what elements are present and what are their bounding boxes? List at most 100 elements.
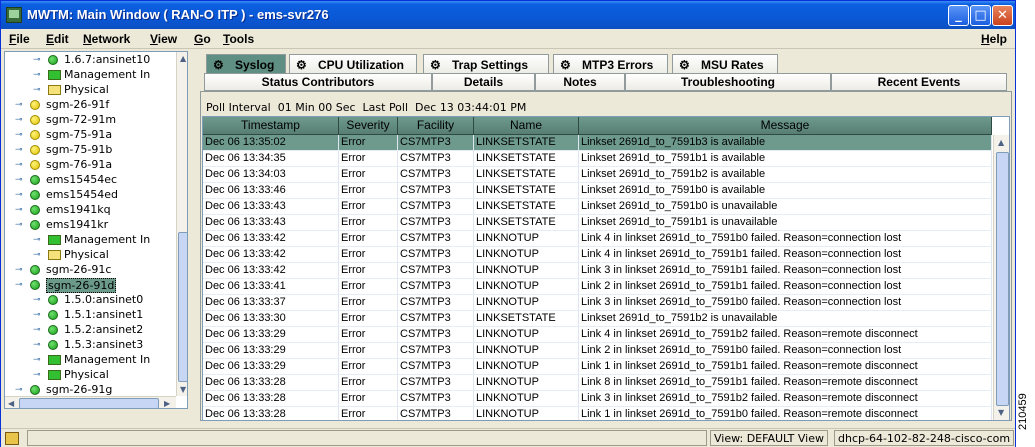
table-row[interactable]: Dec 06 13:33:41 Error CS7MTP3 LINKNOTUP Link… (203, 279, 992, 295)
scroll-up-icon[interactable]: ▲ (180, 54, 186, 63)
scroll-up-icon[interactable]: ▲ (998, 138, 1004, 147)
tree-expander-icon[interactable]: ⊸ (15, 161, 25, 170)
tree-expander-icon[interactable]: ⊸ (33, 371, 43, 380)
table-row[interactable]: Dec 06 13:33:42 Error CS7MTP3 LINKNOTUP Link… (203, 231, 992, 247)
tree-horizontal-scrollbar[interactable]: ◀ ▶ (5, 396, 176, 408)
column-header-message[interactable]: Message (579, 117, 992, 135)
menu-help[interactable]: Help (981, 32, 1007, 46)
tab-msu-rates[interactable]: ⚙ MSU Rates (672, 54, 778, 74)
tree-item[interactable]: ⊸ ems1941kr (5, 218, 175, 233)
table-row[interactable]: Dec 06 13:34:35 Error CS7MTP3 LINKSETSTATE L… (203, 151, 992, 167)
tree-expander-icon[interactable]: ⊸ (33, 86, 43, 95)
tree-item[interactable]: ⊸ Management In (5, 353, 175, 368)
tree-expander-icon[interactable]: ⊸ (33, 56, 43, 65)
menu-view[interactable]: View (150, 32, 177, 46)
scroll-left-icon[interactable]: ◀ (8, 399, 14, 408)
table-row[interactable]: Dec 06 13:33:43 Error CS7MTP3 LINKSETSTATE L… (203, 215, 992, 231)
tree-item[interactable]: ⊸ 1.5.1:ansinet1 (5, 308, 175, 323)
tab-notes[interactable]: Notes (535, 73, 625, 91)
table-row[interactable]: Dec 06 13:33:30 Error CS7MTP3 LINKSETSTATE L… (203, 311, 992, 327)
scroll-down-icon[interactable]: ▼ (998, 408, 1004, 417)
table-row[interactable]: Dec 06 13:33:29 Error CS7MTP3 LINKNOTUP Link… (203, 359, 992, 375)
tree-item[interactable]: ⊸ sgm-76-91a (5, 158, 175, 173)
tree-expander-icon[interactable]: ⊸ (33, 311, 43, 320)
tree-expander-icon[interactable]: ⊸ (15, 206, 25, 215)
tree-item[interactable]: ⊸ Physical (5, 368, 175, 383)
panel-splitter[interactable] (190, 51, 198, 409)
menu-network[interactable]: Network (83, 32, 130, 46)
table-row[interactable]: Dec 06 13:33:28 Error CS7MTP3 LINKNOTUP Link… (203, 375, 992, 391)
tree-expander-icon[interactable]: ⊸ (15, 221, 25, 230)
tab-mtp3-errors[interactable]: ⚙ MTP3 Errors (553, 54, 668, 74)
menu-tools[interactable]: Tools (223, 32, 254, 46)
tree-item[interactable]: ⊸ ems15454ec (5, 173, 175, 188)
tree-item[interactable]: ⊸ sgm-72-91m (5, 113, 175, 128)
tree-item[interactable]: ⊸ sgm-26-91f (5, 98, 175, 113)
tree-hscroll-thumb[interactable] (19, 398, 159, 408)
tree-expander-icon[interactable]: ⊸ (33, 236, 43, 245)
table-row[interactable]: Dec 06 13:33:42 Error CS7MTP3 LINKNOTUP Link… (203, 247, 992, 263)
table-scroll-thumb[interactable] (996, 152, 1009, 406)
minimize-button[interactable]: _ (948, 5, 969, 26)
tree-item[interactable]: ⊸ sgm-75-91a (5, 128, 175, 143)
tree-item[interactable]: ⊸ Physical (5, 248, 175, 263)
tree-expander-icon[interactable]: ⊸ (33, 356, 43, 365)
tab-recent-events[interactable]: Recent Events (831, 73, 1007, 91)
tree-expander-icon[interactable]: ⊸ (15, 386, 25, 395)
tree-expander-icon[interactable]: ⊸ (15, 116, 25, 125)
network-tree[interactable]: ⊸ 1.6.7:ansinet10 ⊸ Management In ⊸ Physical ⊸… (4, 51, 188, 409)
table-row[interactable]: Dec 06 13:33:28 Error CS7MTP3 LINKNOTUP Link… (203, 407, 992, 420)
tree-expander-icon[interactable]: ⊸ (15, 101, 25, 110)
tree-expander-icon[interactable]: ⊸ (33, 341, 43, 350)
tab-syslog[interactable]: ⚙ Syslog (206, 54, 286, 74)
maximize-button[interactable]: □ (970, 5, 991, 26)
tree-item[interactable]: ⊸ Management In (5, 68, 175, 83)
table-row[interactable]: Dec 06 13:33:43 Error CS7MTP3 LINKSETSTATE L… (203, 199, 992, 215)
table-row[interactable]: Dec 06 13:34:03 Error CS7MTP3 LINKSETSTATE L… (203, 167, 992, 183)
column-header-severity[interactable]: Severity (339, 117, 398, 135)
title-bar[interactable]: MWTM: Main Window ( RAN-O ITP ) - ems-sv… (1, 1, 1015, 29)
tree-item[interactable]: ⊸ Physical (5, 83, 175, 98)
tree-expander-icon[interactable]: ⊸ (15, 266, 25, 275)
tree-item[interactable]: ⊸ sgm-26-91d (5, 278, 175, 293)
tab-troubleshooting[interactable]: Troubleshooting (625, 73, 831, 91)
close-button[interactable]: ✕ (992, 5, 1013, 26)
menu-edit[interactable]: Edit (46, 32, 69, 46)
table-row[interactable]: Dec 06 13:33:28 Error CS7MTP3 LINKNOTUP Link… (203, 391, 992, 407)
tree-vertical-scrollbar[interactable]: ▲ ▼ (176, 52, 187, 396)
tree-item[interactable]: ⊸ 1.5.0:ansinet0 (5, 293, 175, 308)
tree-item[interactable]: ⊸ Management In (5, 233, 175, 248)
table-vertical-scrollbar[interactable]: ▲ ▼ (993, 135, 1009, 420)
menu-go[interactable]: Go (194, 32, 211, 46)
tree-item[interactable]: ⊸ 1.5.3:ansinet3 (5, 338, 175, 353)
tree-expander-icon[interactable]: ⊸ (33, 326, 43, 335)
tree-scroll-thumb[interactable] (178, 232, 187, 382)
table-row[interactable]: Dec 06 13:33:29 Error CS7MTP3 LINKNOTUP Link… (203, 327, 992, 343)
scroll-down-icon[interactable]: ▼ (180, 385, 186, 394)
syslog-table[interactable]: Timestamp Severity Facility Name Message Dec… (202, 116, 1010, 421)
table-row[interactable]: Dec 06 13:35:02 Error CS7MTP3 LINKSETSTATE L… (203, 135, 992, 151)
tree-item[interactable]: ⊸ ems15454ed (5, 188, 175, 203)
tab-trap-settings[interactable]: ⚙ Trap Settings (423, 54, 549, 74)
column-header-timestamp[interactable]: Timestamp (203, 117, 339, 135)
tree-item[interactable]: ⊸ 1.6.7:ansinet10 (5, 53, 175, 68)
tree-item[interactable]: ⊸ sgm-26-91c (5, 263, 175, 278)
table-row[interactable]: Dec 06 13:33:29 Error CS7MTP3 LINKNOTUP Link… (203, 343, 992, 359)
column-header-name[interactable]: Name (474, 117, 579, 135)
tree-expander-icon[interactable]: ⊸ (15, 281, 25, 290)
column-header-facility[interactable]: Facility (398, 117, 474, 135)
tab-cpu-utilization[interactable]: ⚙ CPU Utilization (289, 54, 417, 74)
tree-expander-icon[interactable]: ⊸ (33, 71, 43, 80)
tree-expander-icon[interactable]: ⊸ (15, 131, 25, 140)
table-row[interactable]: Dec 06 13:33:37 Error CS7MTP3 LINKNOTUP Link… (203, 295, 992, 311)
table-row[interactable]: Dec 06 13:33:42 Error CS7MTP3 LINKNOTUP Link… (203, 263, 992, 279)
tree-expander-icon[interactable]: ⊸ (33, 296, 43, 305)
menu-file[interactable]: File (9, 32, 30, 46)
tree-expander-icon[interactable]: ⊸ (15, 146, 25, 155)
scroll-right-icon[interactable]: ▶ (164, 399, 170, 408)
tree-item[interactable]: ⊸ ems1941kq (5, 203, 175, 218)
tree-expander-icon[interactable]: ⊸ (15, 191, 25, 200)
tree-item[interactable]: ⊸ sgm-75-91b (5, 143, 175, 158)
tab-status-contributors[interactable]: Status Contributors (204, 73, 432, 91)
tree-item[interactable]: ⊸ 1.5.2:ansinet2 (5, 323, 175, 338)
